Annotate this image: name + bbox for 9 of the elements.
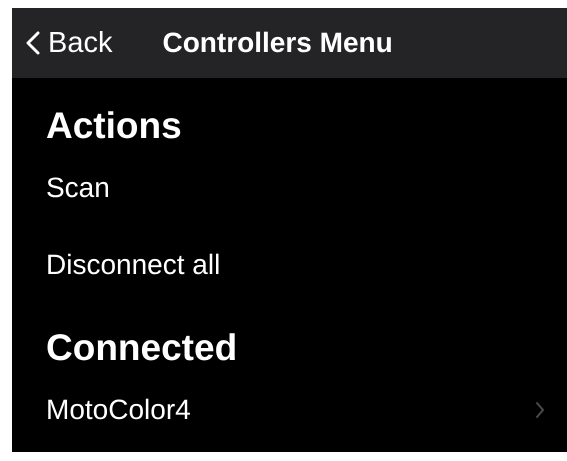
back-chevron-icon: [26, 31, 40, 55]
chevron-icon: [535, 401, 545, 419]
section-heading: Connected: [46, 328, 238, 368]
back-button[interactable]: Back: [26, 26, 112, 60]
action-item[interactable]: Scan: [46, 172, 110, 204]
section-heading: Actions: [46, 106, 183, 146]
screen-title: Controllers Menu: [162, 27, 393, 59]
device-item[interactable]: MotoColor4: [46, 394, 191, 426]
action-item[interactable]: Disconnect all: [46, 249, 220, 281]
